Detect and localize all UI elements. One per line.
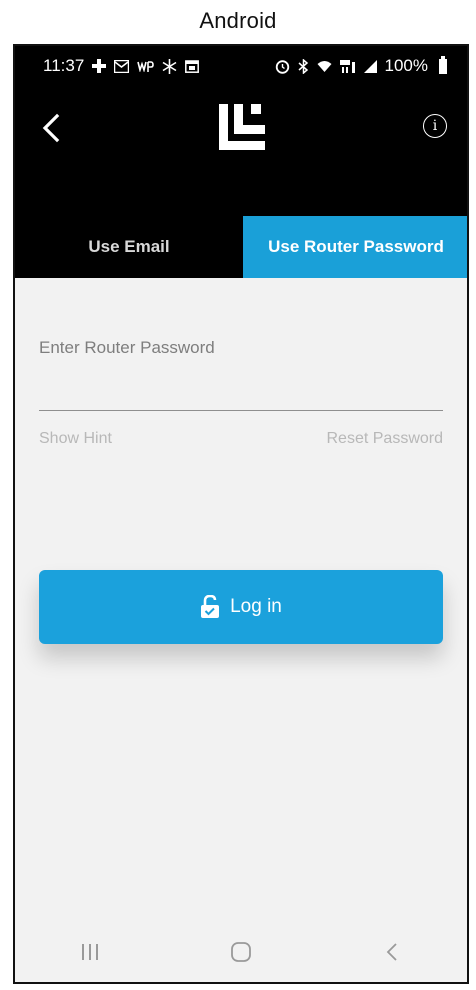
mail-icon	[114, 59, 130, 73]
info-icon: i	[432, 118, 438, 134]
login-label: Log in	[230, 596, 282, 617]
password-field-label[interactable]: Enter Router Password	[39, 338, 215, 358]
info-button[interactable]: i	[423, 114, 447, 138]
bluetooth-icon	[298, 58, 309, 74]
android-nav-bar	[15, 922, 467, 982]
linksys-logo	[217, 102, 269, 154]
snowflake-icon	[162, 58, 177, 74]
phone-screen: 11:37 100% i Use Email Use Router Passwo…	[13, 44, 469, 984]
back-button[interactable]	[37, 112, 65, 144]
status-bar: 11:37 100%	[43, 54, 447, 78]
page-caption: Android	[199, 8, 277, 33]
battery-percent: 100%	[384, 56, 428, 75]
calendar-icon	[185, 59, 200, 73]
home-button[interactable]	[211, 932, 271, 972]
back-nav-icon	[386, 943, 397, 961]
wifi-icon	[317, 60, 332, 73]
lte-icon	[339, 59, 356, 73]
battery-icon	[439, 55, 447, 74]
home-icon	[231, 942, 251, 962]
tab-use-email[interactable]: Use Email	[15, 216, 243, 278]
reset-password-link[interactable]: Reset Password	[327, 430, 444, 448]
password-field-underline[interactable]	[39, 410, 443, 411]
signal-icon	[363, 59, 377, 73]
recent-apps-icon	[82, 944, 99, 960]
alarm-icon	[275, 59, 290, 74]
tab-use-router-password[interactable]: Use Router Password	[243, 216, 467, 278]
unlock-icon	[201, 595, 220, 618]
back-nav-button[interactable]	[362, 932, 422, 972]
show-hint-link[interactable]: Show Hint	[39, 430, 112, 448]
dialpad-icon	[92, 59, 107, 73]
app-header: 11:37 100% i Use Email Use Router Passwo…	[15, 46, 467, 278]
tab-label: Use Email	[88, 237, 170, 256]
status-time: 11:37	[43, 56, 85, 75]
tab-label: Use Router Password	[268, 237, 444, 256]
wp-icon	[137, 60, 155, 72]
recent-apps-button[interactable]	[60, 932, 120, 972]
login-button[interactable]: Log in	[39, 570, 443, 644]
chevron-left-icon	[42, 113, 60, 143]
